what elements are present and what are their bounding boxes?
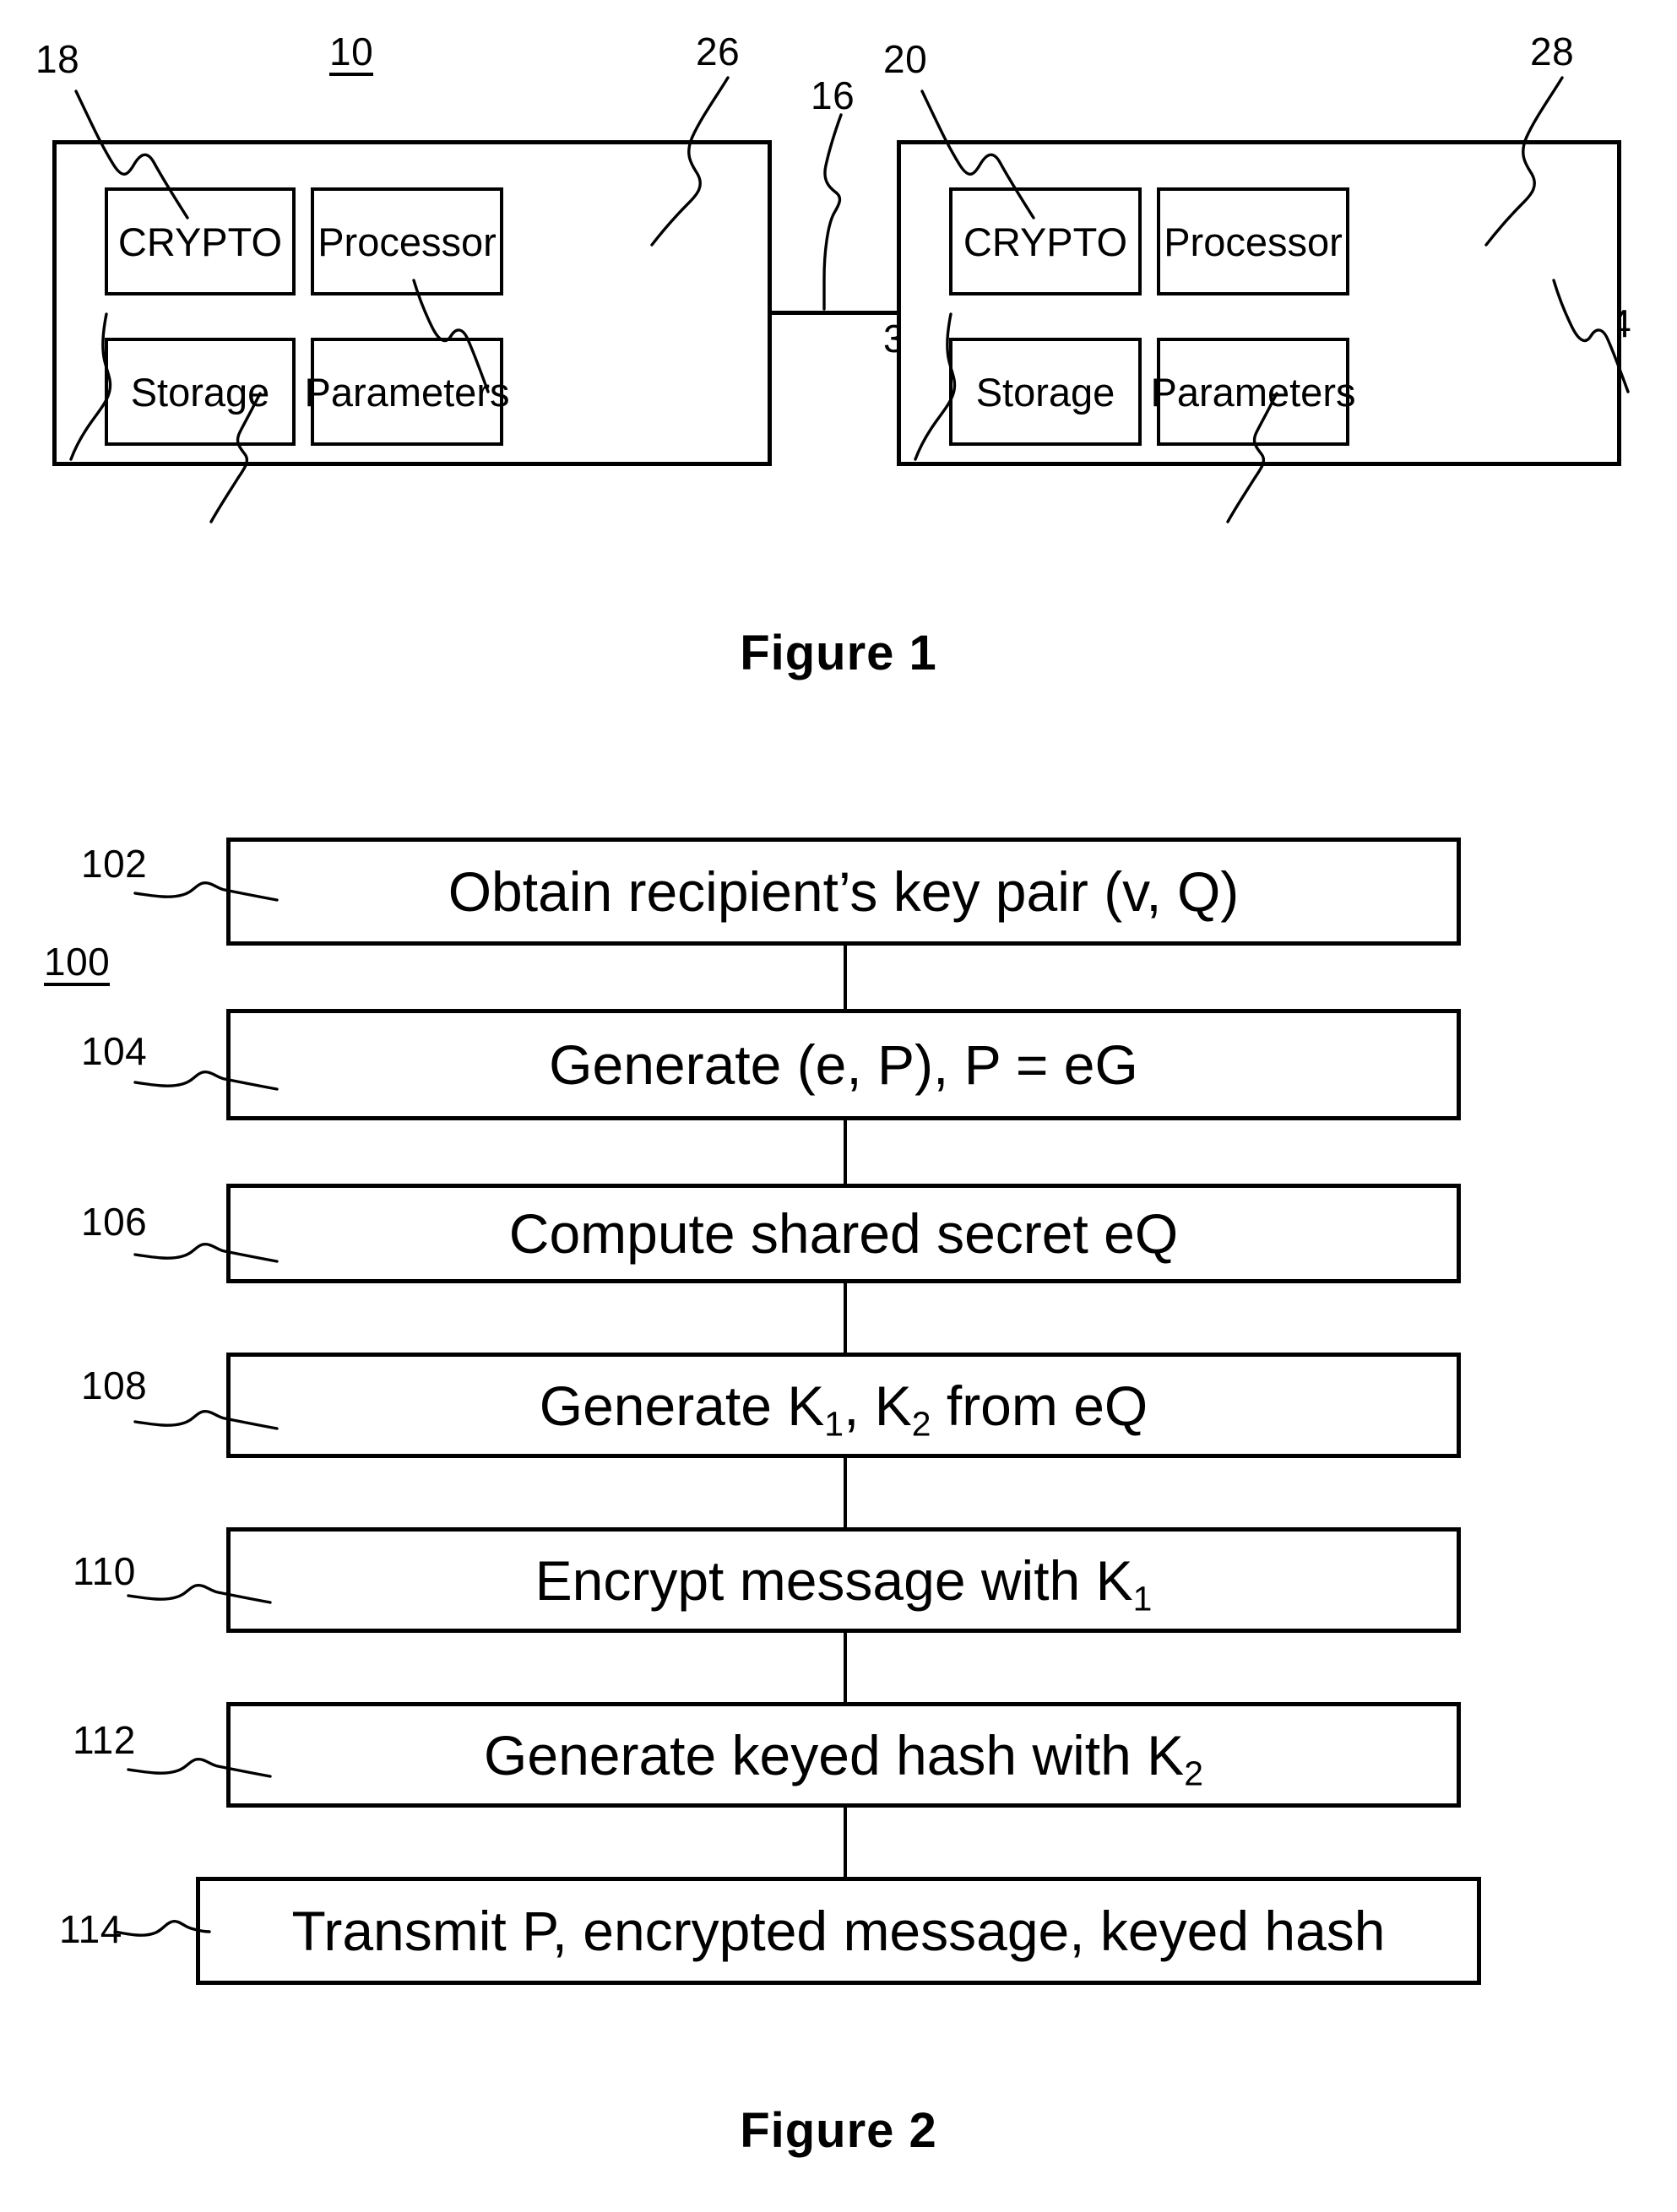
block-storage-30-label: Storage [130,369,270,415]
flow-connector-112-114 [844,1808,847,1877]
flow-connector-108-110 [844,1458,847,1527]
block-parameters-24: Parameters [1151,338,1355,446]
leader-16 [822,113,843,311]
flow-step-104: Generate (e, P), P = eG [226,1009,1461,1120]
block-processor-28: Processor [1157,187,1349,295]
flow-step-108-label: Generate K1, K2 from eQ [539,1374,1148,1443]
flow-step-102-label: Obtain recipient’s key pair (v, Q) [448,860,1240,923]
reference-numeral-processor-26: 26 [696,30,741,73]
reference-numeral-processor-28: 28 [1530,30,1575,73]
flow-step-110-label: Encrypt message with K1 [535,1548,1153,1618]
flow-step-112: Generate keyed hash with K2 [226,1702,1461,1808]
block-crypto-20: CRYPTO [949,187,1142,295]
reference-numeral-link-16: 16 [811,73,855,117]
block-crypto-18: CRYPTO [105,187,296,295]
patent-drawing-sheet: 10 18 26 30 22 12 16 20 28 32 24 14 CRYP… [0,0,1677,2212]
reference-numeral-step-108: 108 [81,1364,148,1407]
communication-link-16 [768,311,900,315]
reference-numeral-step-104: 104 [81,1029,148,1073]
flow-step-108: Generate K1, K2 from eQ [226,1353,1461,1458]
block-parameters-22-label: Parameters [304,369,510,415]
figure-2-caption: Figure 2 [740,2103,937,2158]
reference-numeral-method-100: 100 [44,942,111,986]
flow-step-114-label: Transmit P, encrypted message, keyed has… [291,1900,1386,1962]
block-storage-32: Storage [949,338,1142,446]
block-parameters-24-label: Parameters [1150,369,1356,415]
block-parameters-22: Parameters [305,338,509,446]
reference-numeral-system-10: 10 [329,32,374,76]
reference-numeral-step-102: 102 [81,842,148,886]
flow-connector-104-106 [844,1120,847,1184]
block-processor-26-label: Processor [317,219,497,264]
reference-numeral-step-114: 114 [59,1907,122,1951]
flow-connector-102-104 [844,946,847,1009]
flow-step-110: Encrypt message with K1 [226,1527,1461,1633]
flow-step-106: Compute shared secret eQ [226,1184,1461,1283]
flow-step-106-label: Compute shared secret eQ [508,1202,1179,1265]
reference-numeral-step-106: 106 [81,1200,148,1244]
block-crypto-18-label: CRYPTO [117,219,283,264]
block-crypto-20-label: CRYPTO [963,219,1128,264]
flow-step-104-label: Generate (e, P), P = eG [549,1033,1138,1096]
reference-numeral-crypto-18: 18 [35,37,80,81]
flow-connector-110-112 [844,1633,847,1702]
flow-connector-106-108 [844,1283,847,1353]
reference-numeral-crypto-20: 20 [883,37,928,81]
figure-1-caption: Figure 1 [740,626,937,680]
flow-step-102: Obtain recipient’s key pair (v, Q) [226,838,1461,946]
reference-numeral-step-110: 110 [73,1549,136,1593]
block-processor-28-label: Processor [1164,219,1343,264]
block-processor-26: Processor [311,187,503,295]
block-storage-30: Storage [105,338,296,446]
flow-step-112-label: Generate keyed hash with K2 [484,1723,1203,1792]
reference-numeral-step-112: 112 [73,1718,136,1762]
block-storage-32-label: Storage [975,369,1115,415]
flow-step-114: Transmit P, encrypted message, keyed has… [196,1877,1481,1985]
